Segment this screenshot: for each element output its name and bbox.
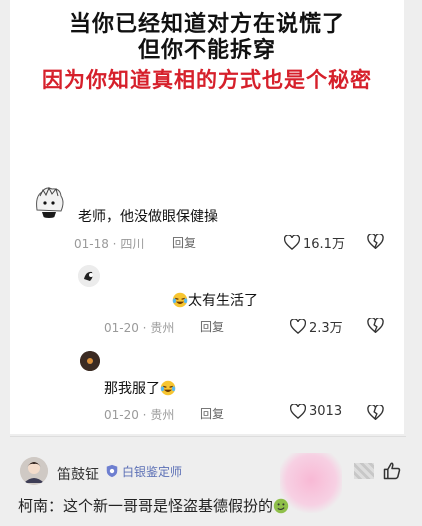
thumb-up-button[interactable] xyxy=(382,461,402,485)
comment-text-label: 那我服了 xyxy=(104,381,160,397)
comment-date: 01-20 · 贵州 xyxy=(104,408,175,422)
like-count: 16.1万 xyxy=(303,237,345,252)
username[interactable]: 笛鼓钲 xyxy=(57,464,99,484)
avatar[interactable] xyxy=(78,265,100,287)
like-count: 2.3万 xyxy=(309,321,343,336)
like-button[interactable]: 2.3万 xyxy=(290,317,343,336)
comment-text: 那我服了 xyxy=(104,378,176,398)
heart-icon xyxy=(284,235,300,250)
section-divider xyxy=(10,436,406,437)
broken-heart-icon xyxy=(367,405,384,420)
reply-button[interactable]: 回复 xyxy=(172,234,196,251)
avatar[interactable] xyxy=(80,351,100,371)
comment-text-label: 柯南：这个新一哥哥是怪盗基德假扮的 xyxy=(18,497,274,515)
dislike-button[interactable] xyxy=(367,234,384,249)
comment-date: 01-20 · 贵州 xyxy=(104,321,175,335)
avatar[interactable] xyxy=(32,184,66,218)
badge-label: 白银鉴定师 xyxy=(122,464,183,479)
broken-heart-icon xyxy=(367,234,384,249)
laughing-cry-emoji xyxy=(160,380,176,396)
like-button[interactable]: 16.1万 xyxy=(284,233,345,252)
avatar[interactable] xyxy=(20,457,48,485)
comment-text: 太有生活了 xyxy=(172,290,258,310)
heart-icon xyxy=(290,319,306,334)
sly-face-emoji xyxy=(273,498,289,514)
comment-date: 01-18 · 四川 xyxy=(74,237,145,251)
headline-line-2: 但你不能拆穿 xyxy=(137,38,276,63)
laughing-cry-emoji xyxy=(172,292,188,308)
mosaic-redaction xyxy=(354,463,374,479)
reply-button[interactable]: 回复 xyxy=(200,318,224,335)
shield-badge-icon xyxy=(106,464,118,478)
dislike-button[interactable] xyxy=(367,318,384,333)
thumb-up-icon xyxy=(383,462,401,480)
post-card: 当你已经知道对方在说慌了 但你不能拆穿 因为你知道真相的方式也是个秘密 老师，他… xyxy=(10,0,404,434)
like-button[interactable]: 3013 xyxy=(290,404,342,419)
like-count: 3013 xyxy=(309,404,343,419)
user-badge: 白银鉴定师 xyxy=(105,462,182,480)
comment-text: 老师，他没做眼保健操 xyxy=(78,209,218,225)
dislike-button[interactable] xyxy=(367,405,384,420)
sticker-image xyxy=(280,453,342,513)
reply-button[interactable]: 回复 xyxy=(200,405,224,422)
comment-text-label: 太有生活了 xyxy=(188,293,258,309)
headline-line-3: 因为你知道真相的方式也是个秘密 xyxy=(42,68,372,92)
heart-icon xyxy=(290,404,306,419)
broken-heart-icon xyxy=(367,318,384,333)
comment-text: 柯南：这个新一哥哥是怪盗基德假扮的 xyxy=(18,495,289,516)
